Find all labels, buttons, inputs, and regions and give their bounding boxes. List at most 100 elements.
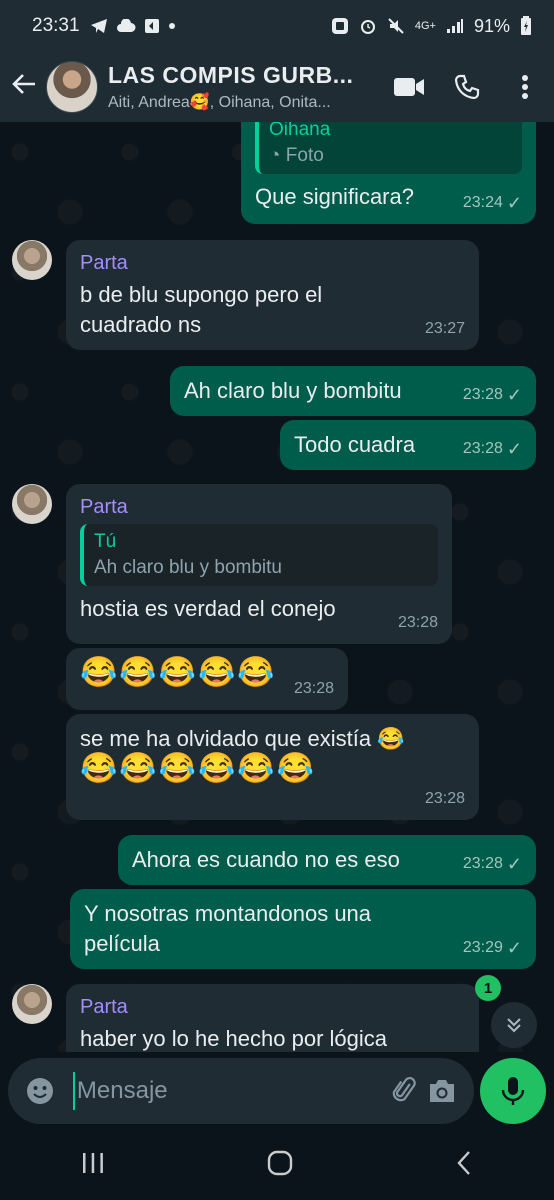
message-incoming[interactable]: Parta b de blu supongo pero el cuadrado … xyxy=(66,240,479,350)
message-meta: 23:28 xyxy=(398,608,438,638)
sent-tick-icon: ✓ xyxy=(506,439,522,459)
attach-icon xyxy=(393,1077,416,1102)
message-outgoing[interactable]: Ahora es cuando no es eso 23:28 ✓ xyxy=(118,835,536,885)
message-time: 23:28 xyxy=(293,680,334,697)
home-icon xyxy=(267,1150,293,1175)
home-button[interactable] xyxy=(267,1150,293,1181)
message-incoming[interactable]: se me ha olvidado que existía 😂 😂😂😂😂😂😂 2… xyxy=(66,714,479,820)
sent-tick-icon: ✓ xyxy=(506,938,522,958)
message-text: haber yo lo he hecho por lógica xyxy=(80,1026,387,1051)
mic-icon xyxy=(501,1077,525,1105)
message-composer xyxy=(8,1058,474,1124)
message-text: b de blu supongo pero el cuadrado ns xyxy=(80,282,323,337)
quote-text: Ah claro blu y bombitu xyxy=(94,557,282,578)
scroll-to-bottom-button[interactable] xyxy=(491,1002,537,1048)
sender-avatar[interactable] xyxy=(12,240,52,280)
mute-icon xyxy=(388,18,404,34)
message-time: 23:28 xyxy=(462,386,503,403)
voice-record-button[interactable] xyxy=(480,1058,546,1124)
double-chevron-down-icon xyxy=(507,1018,521,1033)
chat-info[interactable]: LAS COMPIS GURB... Aiti, Andrea🥰, Oihana… xyxy=(108,62,380,112)
camera-icon xyxy=(429,1080,454,1102)
message-meta: 23:28 xyxy=(425,784,465,814)
video-call-button[interactable] xyxy=(380,76,438,98)
status-time: 23:31 xyxy=(32,15,80,36)
camera-button[interactable] xyxy=(423,1078,460,1104)
recent-apps-button[interactable] xyxy=(80,1151,106,1180)
sender-name: Parta xyxy=(80,496,128,518)
back-button[interactable] xyxy=(2,71,46,104)
message-meta: 23:28 ✓ xyxy=(463,849,522,879)
message-meta: 23:28 xyxy=(294,674,334,704)
cloud-icon xyxy=(116,19,136,32)
more-options-button[interactable] xyxy=(496,74,554,100)
photo-icon: ◔ xyxy=(269,145,281,166)
message-input[interactable] xyxy=(74,1071,387,1111)
message-time: 23:29 xyxy=(462,939,503,956)
more-vert-icon xyxy=(522,75,528,99)
message-time: 23:28 xyxy=(424,790,465,807)
message-text: Y nosotras montandonos una película xyxy=(84,901,372,956)
system-navigation-bar xyxy=(0,1130,554,1200)
chat-header: LAS COMPIS GURB... Aiti, Andrea🥰, Oihana… xyxy=(0,52,554,122)
chat-participants: Aiti, Andrea🥰, Oihana, Onita... xyxy=(108,94,331,111)
message-incoming[interactable]: Parta Tú Ah claro blu y bombitu hostia e… xyxy=(66,484,452,644)
message-meta: 23:28 ✓ xyxy=(463,380,522,410)
message-meta: 23:28 ✓ xyxy=(463,434,522,464)
message-incoming[interactable]: Parta haber yo lo he hecho por lógica xyxy=(66,984,479,1052)
status-notification-icons xyxy=(90,18,176,34)
message-outgoing[interactable]: Y nosotras montandonos una película 23:2… xyxy=(70,889,536,969)
message-time: 23:28 xyxy=(397,614,438,631)
sent-tick-icon: ✓ xyxy=(506,193,522,213)
status-bar: 23:31 4G+ 91% xyxy=(0,0,554,52)
app-icon xyxy=(144,19,159,33)
back-nav-button[interactable] xyxy=(454,1150,474,1181)
quote-media: ◔ Foto xyxy=(269,145,324,166)
voice-call-button[interactable] xyxy=(438,74,496,100)
unread-count-badge: 1 xyxy=(475,975,501,1001)
message-outgoing[interactable]: Ah claro blu y bombitu 23:28 ✓ xyxy=(170,366,536,416)
alarm-icon xyxy=(360,20,375,34)
emoji-icon xyxy=(27,1078,54,1104)
sent-tick-icon: ✓ xyxy=(506,385,522,405)
quoted-message[interactable]: Tú Ah claro blu y bombitu xyxy=(80,524,438,586)
sender-name: Parta xyxy=(80,996,128,1018)
sender-name: Parta xyxy=(80,252,128,274)
battery-icon xyxy=(521,16,531,35)
message-incoming[interactable]: 😂😂😂😂😂 23:28 xyxy=(66,648,348,710)
message-text: se me ha olvidado que existía 😂 xyxy=(80,726,405,751)
message-time: 23:24 xyxy=(462,194,503,211)
message-meta: 23:27 xyxy=(425,314,465,344)
message-time: 23:28 xyxy=(462,440,503,457)
message-meta: 23:24 ✓ xyxy=(463,188,522,218)
telegram-icon xyxy=(90,19,107,33)
chat-messages[interactable]: Oihana ◔ Foto Que significara? 23:24 ✓ P… xyxy=(0,122,554,1052)
phone-icon xyxy=(454,74,480,100)
recent-apps-icon xyxy=(83,1152,104,1173)
sent-tick-icon: ✓ xyxy=(506,854,522,874)
emoji-button[interactable] xyxy=(22,1076,59,1106)
group-avatar[interactable] xyxy=(46,61,98,113)
sender-avatar[interactable] xyxy=(12,484,52,524)
attach-button[interactable] xyxy=(387,1077,424,1105)
samsung-icon xyxy=(331,18,348,34)
video-call-icon xyxy=(394,78,424,96)
network-type: 4G+ xyxy=(414,20,436,32)
message-time: 23:27 xyxy=(424,320,465,337)
quote-sender: Tú xyxy=(94,531,117,552)
back-nav-icon xyxy=(457,1150,470,1175)
message-meta: 23:29 ✓ xyxy=(463,933,522,963)
chat-title: LAS COMPIS GURB... xyxy=(108,62,354,88)
message-time: 23:28 xyxy=(462,855,503,872)
message-outgoing[interactable]: Oihana ◔ Foto Que significara? 23:24 ✓ xyxy=(241,122,536,224)
message-outgoing[interactable]: Todo cuadra 23:28 ✓ xyxy=(280,420,536,470)
sender-avatar[interactable] xyxy=(12,984,52,1024)
signal-icon xyxy=(446,19,463,33)
message-text: hostia es verdad el conejo xyxy=(80,596,336,621)
message-emoji: 😂😂😂😂😂😂 xyxy=(80,752,317,785)
quoted-message[interactable]: Oihana ◔ Foto xyxy=(255,122,522,174)
arrow-left-icon xyxy=(12,73,35,94)
battery-level: 91% xyxy=(473,15,510,36)
quote-sender: Oihana xyxy=(269,122,331,140)
dot-icon xyxy=(168,23,175,29)
